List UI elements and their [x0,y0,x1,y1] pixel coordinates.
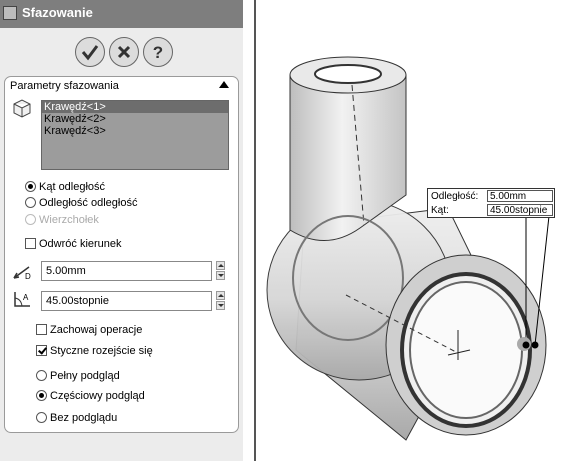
cancel-button[interactable] [109,37,139,67]
full-preview-radio[interactable]: Pełny podgląd [36,369,120,383]
collapse-arrow-icon[interactable] [219,81,229,88]
checkbox-label: Odwróć kierunek [39,238,122,250]
list-item[interactable]: Krawędź<3> [42,125,228,137]
help-button[interactable]: ? [143,37,173,67]
mode-distance-distance-radio[interactable]: Odległość odległość [25,196,137,210]
list-item[interactable]: Krawędź<1> [42,101,228,113]
checkmark-icon [81,45,99,61]
callout-distance-label: Odległość: [431,191,479,202]
radio-label: Kąt odległość [39,181,106,193]
group-title: Parametry sfazowania [10,80,119,92]
radio-label: Częściowy podgląd [50,390,145,402]
list-item[interactable]: Krawędź<2> [42,113,228,125]
spin-down-icon[interactable] [216,271,225,280]
title-bar: Sfazowanie [0,0,243,28]
chamfer-icon [3,6,17,20]
distance-icon: D [13,266,31,281]
reverse-direction-checkbox[interactable]: Odwróć kierunek [25,237,122,251]
help-icon: ? [153,43,163,62]
angle-icon: A [14,292,30,307]
checkbox-label: Styczne rozejście się [50,345,153,357]
radio-label: Bez podglądu [50,412,118,424]
tangent-propagation-checkbox[interactable]: Styczne rozejście się [36,344,153,358]
edge-handle-icon[interactable] [531,341,539,349]
callout-distance-value[interactable]: 5.00mm [487,190,553,202]
callout-angle-value[interactable]: 45.00stopnie [487,204,553,216]
checkbox-label: Zachowaj operacje [50,324,143,336]
spin-up-icon[interactable] [216,261,225,270]
svg-text:A: A [23,293,29,302]
partial-preview-radio[interactable]: Częściowy podgląd [36,389,145,403]
close-icon [117,45,131,59]
keep-features-checkbox[interactable]: Zachowaj operacje [36,323,142,337]
property-manager-panel: Sfazowanie ? Parametry sfazowania Krawęd… [0,0,243,461]
angle-spinner[interactable] [216,291,226,311]
edge-selection-icon [13,99,31,118]
radio-label: Wierzchołek [39,214,99,226]
callout-angle-label: Kąt: [431,205,449,216]
dimension-callout: Odległość: 5.00mm Kąt: 45.00stopnie [427,188,555,218]
panel-title: Sfazowanie [22,5,93,20]
mode-vertex-radio: Wierzchołek [25,213,99,227]
no-preview-radio[interactable]: Bez podglądu [36,411,117,425]
angle-input[interactable]: 45.00stopnie [41,291,212,311]
graphics-viewport[interactable] [256,0,588,461]
spin-down-icon[interactable] [216,301,225,310]
chamfer-parameters-group: Parametry sfazowania Krawędź<1> Krawędź<… [4,76,239,433]
tube-top-bore [314,64,382,84]
radio-label: Odległość odległość [39,197,138,209]
ok-button[interactable] [75,37,105,67]
spin-up-icon[interactable] [216,291,225,300]
svg-text:?: ? [153,43,163,62]
mode-angle-distance-radio[interactable]: Kąt odległość [25,180,105,194]
svg-text:D: D [25,272,31,281]
edge-list[interactable]: Krawędź<1> Krawędź<2> Krawędź<3> [41,100,229,170]
edge-handle-icon[interactable] [522,341,530,349]
distance-spinner[interactable] [216,261,226,281]
distance-input[interactable]: 5.00mm [41,261,212,281]
radio-label: Pełny podgląd [50,370,120,382]
